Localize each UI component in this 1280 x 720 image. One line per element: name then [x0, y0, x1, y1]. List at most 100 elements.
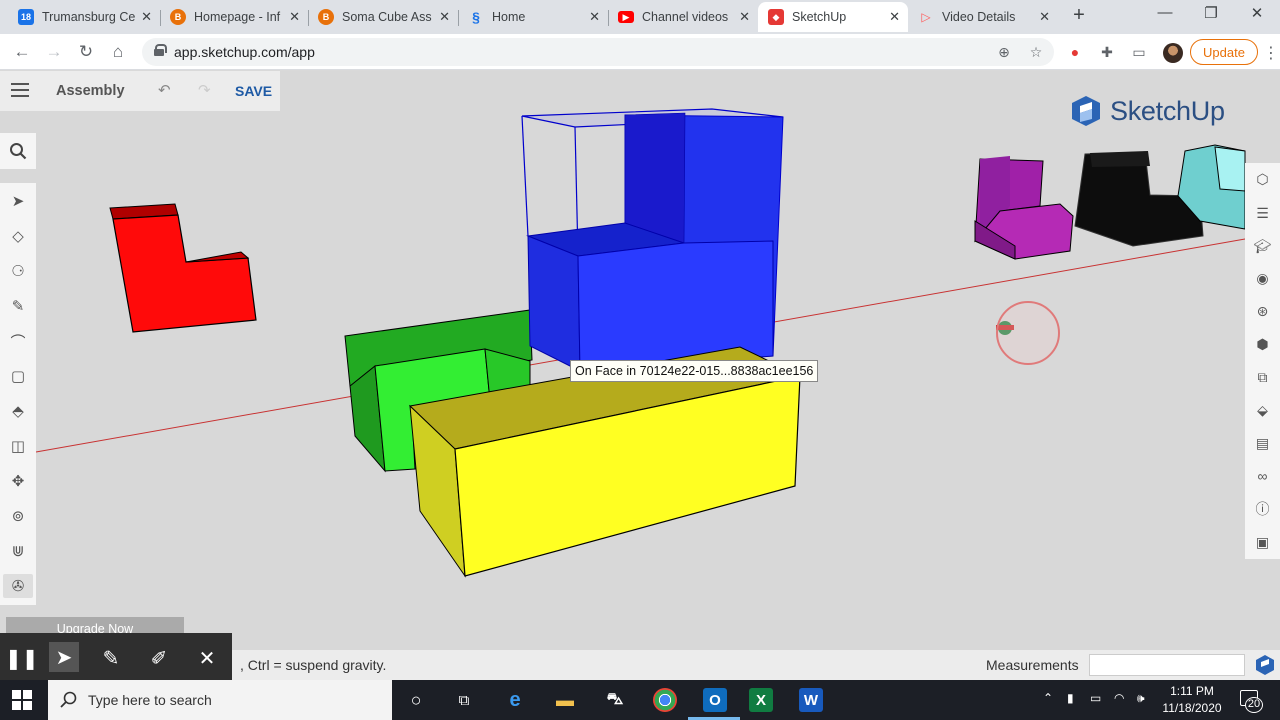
- magenta-piece[interactable]: [974, 156, 1074, 260]
- undo-icon[interactable]: ↶: [158, 81, 171, 99]
- blue-piece[interactable]: [521, 108, 784, 372]
- chrome-icon[interactable]: [653, 688, 677, 712]
- styles-icon[interactable]: ◉: [1250, 266, 1275, 290]
- browser-toolbar: ← → ↻ ⌂ app.sketchup.com/app ⊕ ☆ ● ✚ ▭ U…: [0, 34, 1280, 70]
- browser-tab-video-details[interactable]: ▷ Video Details ✕: [908, 2, 1058, 32]
- save-button[interactable]: SAVE: [235, 83, 272, 99]
- redo-icon[interactable]: ↷: [198, 81, 211, 99]
- profile-avatar[interactable]: [1163, 43, 1183, 63]
- close-icon[interactable]: ✕: [439, 9, 450, 25]
- volume-icon[interactable]: 🕪︎: [1137, 691, 1145, 706]
- cast-icon[interactable]: ▭: [1130, 43, 1148, 61]
- back-arrow-icon[interactable]: ←: [10, 40, 34, 64]
- entity-info-icon[interactable]: ⬡: [1250, 167, 1275, 191]
- file-explorer-icon[interactable]: ▬: [553, 688, 577, 712]
- paint-bucket-icon[interactable]: ⚆: [6, 259, 30, 283]
- offset-icon[interactable]: ◫: [6, 434, 30, 458]
- browser-tab-homepage[interactable]: B Homepage - Inf ✕: [160, 2, 308, 32]
- close-icon[interactable]: ✕: [889, 9, 900, 25]
- excel-icon[interactable]: X: [749, 688, 773, 712]
- browser-tab-channel-videos[interactable]: ▶ Channel videos ✕: [608, 2, 758, 32]
- walk-icon[interactable]: ⋓: [6, 539, 30, 563]
- swirl-favicon-icon: §: [472, 9, 480, 25]
- pointer-icon[interactable]: ➤: [49, 642, 79, 672]
- push-pull-icon[interactable]: ⬘: [6, 399, 30, 423]
- select-icon[interactable]: ➤: [6, 189, 30, 213]
- tray-overflow-icon[interactable]: ⌃: [1043, 691, 1053, 705]
- close-icon[interactable]: ✕: [589, 9, 600, 25]
- browser-tab-sketchup[interactable]: ◆ SketchUp ✕: [758, 2, 908, 32]
- materials-icon[interactable]: ⬢: [1250, 332, 1275, 356]
- tags-icon[interactable]: ⧉: [1250, 365, 1275, 389]
- components-icon[interactable]: ⊛: [1250, 299, 1275, 323]
- info-icon[interactable]: ⓘ: [1250, 497, 1275, 521]
- pencil-icon[interactable]: ✎: [6, 294, 30, 318]
- address-bar[interactable]: app.sketchup.com/app ⊕ ☆: [142, 38, 1054, 66]
- inference-tooltip: On Face in 70124e22-015...8838ac1ee156: [570, 360, 819, 382]
- more-menu-icon[interactable]: ⋮: [1263, 43, 1279, 63]
- outliner-icon[interactable]: ☰: [1250, 201, 1275, 225]
- taskbar-search-box[interactable]: Type here to search: [48, 680, 392, 720]
- hamburger-menu-icon[interactable]: [11, 83, 29, 97]
- 3d-warehouse-icon[interactable]: ▣: [1250, 530, 1275, 554]
- browser-tab-trumansburg[interactable]: 18 Trumansburg Ce ✕: [8, 2, 160, 32]
- battery-icon[interactable]: ▭: [1090, 691, 1101, 705]
- document-title[interactable]: Assembly: [56, 83, 125, 99]
- edge-icon[interactable]: e: [503, 688, 527, 712]
- browser-tab-home[interactable]: § Home ✕: [458, 2, 608, 32]
- store-icon[interactable]: ⛍: [603, 688, 627, 712]
- instructor-icon[interactable]: 🎓︎: [1250, 234, 1275, 258]
- outlook-icon[interactable]: O: [703, 688, 727, 712]
- close-icon[interactable]: ✕: [739, 9, 750, 25]
- close-icon[interactable]: ✕: [141, 9, 152, 25]
- red-l-piece[interactable]: [109, 203, 257, 333]
- orbit-icon[interactable]: ✇: [3, 574, 33, 598]
- browser-tab-soma-cube[interactable]: B Soma Cube Ass ✕: [308, 2, 458, 32]
- orange-b-favicon-icon: B: [318, 9, 334, 25]
- rectangle-icon[interactable]: ▢: [6, 364, 30, 388]
- word-icon[interactable]: W: [799, 688, 823, 712]
- wifi-icon[interactable]: ◠: [1114, 691, 1124, 705]
- search-icon: [10, 143, 27, 160]
- cortana-icon[interactable]: ○: [404, 688, 428, 712]
- window-close-icon[interactable]: ✕: [1242, 4, 1272, 22]
- new-tab-plus-icon[interactable]: +: [1068, 4, 1090, 27]
- bookmark-star-icon[interactable]: ☆: [1027, 43, 1045, 61]
- measurements-input[interactable]: [1089, 654, 1245, 676]
- close-icon[interactable]: ✕: [1039, 9, 1050, 25]
- tape-measure-icon[interactable]: ⊚: [6, 504, 30, 528]
- pen-icon[interactable]: ✎: [97, 646, 125, 671]
- tab-title: Trumansburg Ce: [42, 10, 136, 24]
- extensions-puzzle-icon[interactable]: ✚: [1098, 43, 1116, 61]
- arc-icon[interactable]: ⌒: [6, 329, 30, 353]
- logo-text: SketchUp: [1110, 95, 1225, 126]
- microphone-icon[interactable]: ▮: [1067, 691, 1074, 705]
- update-button[interactable]: Update: [1190, 39, 1258, 65]
- notification-count-badge: 20: [1245, 697, 1263, 713]
- close-icon[interactable]: ✕: [289, 9, 300, 25]
- cursor-highlight-ring: [996, 301, 1060, 365]
- display-icon[interactable]: ∞: [1250, 464, 1275, 488]
- windows-start-icon[interactable]: [12, 690, 32, 710]
- highlighter-icon[interactable]: ✐: [145, 646, 173, 671]
- install-app-icon[interactable]: ⊕: [995, 43, 1013, 61]
- reload-icon[interactable]: ↻: [74, 40, 98, 64]
- eraser-icon[interactable]: ◇: [6, 224, 30, 248]
- move-icon[interactable]: ✥: [6, 469, 30, 493]
- pause-icon[interactable]: ❚❚: [5, 646, 39, 671]
- scenes-tag-icon[interactable]: ⬙: [1250, 398, 1275, 422]
- task-view-icon[interactable]: ⧉: [452, 688, 476, 712]
- tab-title: Homepage - Inf: [194, 10, 281, 24]
- scenes-icon[interactable]: ▤: [1250, 431, 1275, 455]
- taskbar-clock[interactable]: 1:11 PM 11/18/2020: [1150, 683, 1234, 717]
- calendar-favicon-icon: 18: [18, 9, 34, 25]
- close-annotation-icon[interactable]: ✕: [193, 646, 221, 671]
- search-button[interactable]: [0, 133, 36, 169]
- lock-icon: [154, 44, 167, 56]
- restore-icon[interactable]: ❐: [1196, 4, 1226, 22]
- minimize-icon[interactable]: —: [1150, 4, 1180, 21]
- forward-arrow-icon[interactable]: →: [42, 40, 66, 64]
- extension-record-icon[interactable]: ●: [1066, 43, 1084, 61]
- orange-b-favicon-icon: B: [170, 9, 186, 25]
- home-icon[interactable]: ⌂: [106, 40, 130, 64]
